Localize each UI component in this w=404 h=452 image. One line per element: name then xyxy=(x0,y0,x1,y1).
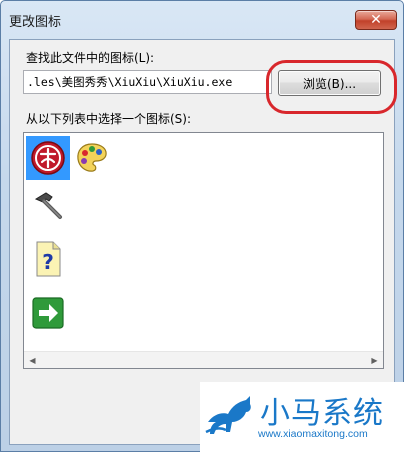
scroll-right-icon[interactable]: ▶ xyxy=(366,352,383,368)
svg-text:?: ? xyxy=(42,250,54,274)
dialog-title: 更改图标 xyxy=(9,14,62,30)
horizontal-scrollbar[interactable]: ◀ ▶ xyxy=(24,351,383,368)
palette-icon xyxy=(77,143,107,172)
help-document-icon: ? xyxy=(36,241,61,277)
file-label: 查找此文件中的图标(L): xyxy=(26,51,155,65)
icon-option[interactable] xyxy=(26,183,70,227)
icon-option[interactable] xyxy=(26,291,70,335)
close-button[interactable]: ✕ xyxy=(355,10,397,30)
hammer-icon xyxy=(34,192,62,219)
green-arrow-icon xyxy=(32,297,64,329)
icon-list[interactable]: ? ◀ ▶ xyxy=(23,132,384,369)
watermark: 小马系统 www.xiaomaxitong.com xyxy=(200,382,404,452)
xiuxiu-red-icon xyxy=(31,141,65,175)
icon-file-path-input[interactable]: .les\美图秀秀\XiuXiu\XiuXiu.exe xyxy=(23,70,272,94)
watermark-brand: 小马系统 xyxy=(260,396,384,431)
watermark-url: www.xiaomaxitong.com xyxy=(258,428,368,440)
icon-option[interactable]: ? xyxy=(26,237,70,281)
title-bar: 更改图标 ✕ xyxy=(1,1,403,39)
icon-option[interactable] xyxy=(70,136,114,180)
close-icon: ✕ xyxy=(370,12,382,28)
icon-option[interactable] xyxy=(26,136,70,180)
browse-button[interactable]: 浏览(B)... xyxy=(278,70,381,96)
horse-logo-icon xyxy=(205,396,251,434)
icon-list-label: 从以下列表中选择一个图标(S): xyxy=(26,112,192,126)
scroll-left-icon[interactable]: ◀ xyxy=(24,352,41,368)
